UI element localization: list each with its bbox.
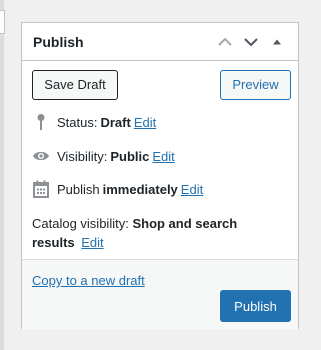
panel-header: Publish	[22, 23, 298, 61]
pin-icon	[32, 113, 50, 131]
panel-title: Publish	[33, 33, 84, 50]
visibility-edit-link[interactable]: Edit	[152, 149, 174, 164]
triangle-up-icon	[273, 39, 281, 44]
catalog-visibility-row: Catalog visibility: Shop and search resu…	[32, 214, 282, 252]
publish-button[interactable]: Publish	[220, 290, 291, 322]
visibility-row: Visibility: Public Edit	[32, 147, 175, 165]
save-draft-button[interactable]: Save Draft	[32, 70, 118, 100]
publish-panel: Publish Save Draft Preview Status: Draft…	[21, 22, 299, 329]
catalog-visibility-label: Catalog visibility:	[32, 216, 129, 231]
adjacent-panel-edge	[0, 0, 5, 350]
panel-handle-actions	[214, 31, 288, 53]
schedule-edit-link[interactable]: Edit	[181, 182, 203, 197]
move-up-button[interactable]	[214, 31, 236, 53]
status-row: Status: Draft Edit	[32, 113, 156, 131]
eye-icon	[32, 147, 50, 165]
chevron-up-icon	[218, 37, 232, 46]
calendar-icon	[32, 180, 50, 198]
schedule-label: Publish	[57, 181, 100, 197]
visibility-value: Public	[110, 148, 150, 164]
preview-button[interactable]: Preview	[220, 70, 291, 100]
status-edit-link[interactable]: Edit	[134, 115, 156, 130]
move-down-button[interactable]	[240, 31, 262, 53]
chevron-down-icon	[244, 37, 258, 46]
schedule-value: immediately	[102, 181, 178, 197]
status-value: Draft	[100, 114, 131, 130]
schedule-row: Publish immediately Edit	[32, 180, 203, 198]
copy-to-draft-link[interactable]: Copy to a new draft	[32, 273, 145, 288]
catalog-visibility-edit-link[interactable]: Edit	[81, 235, 103, 250]
toggle-panel-button[interactable]	[266, 31, 288, 53]
major-publishing-actions: Copy to a new draft Publish	[22, 259, 298, 329]
status-label: Status:	[57, 114, 98, 130]
visibility-label: Visibility:	[57, 148, 108, 164]
